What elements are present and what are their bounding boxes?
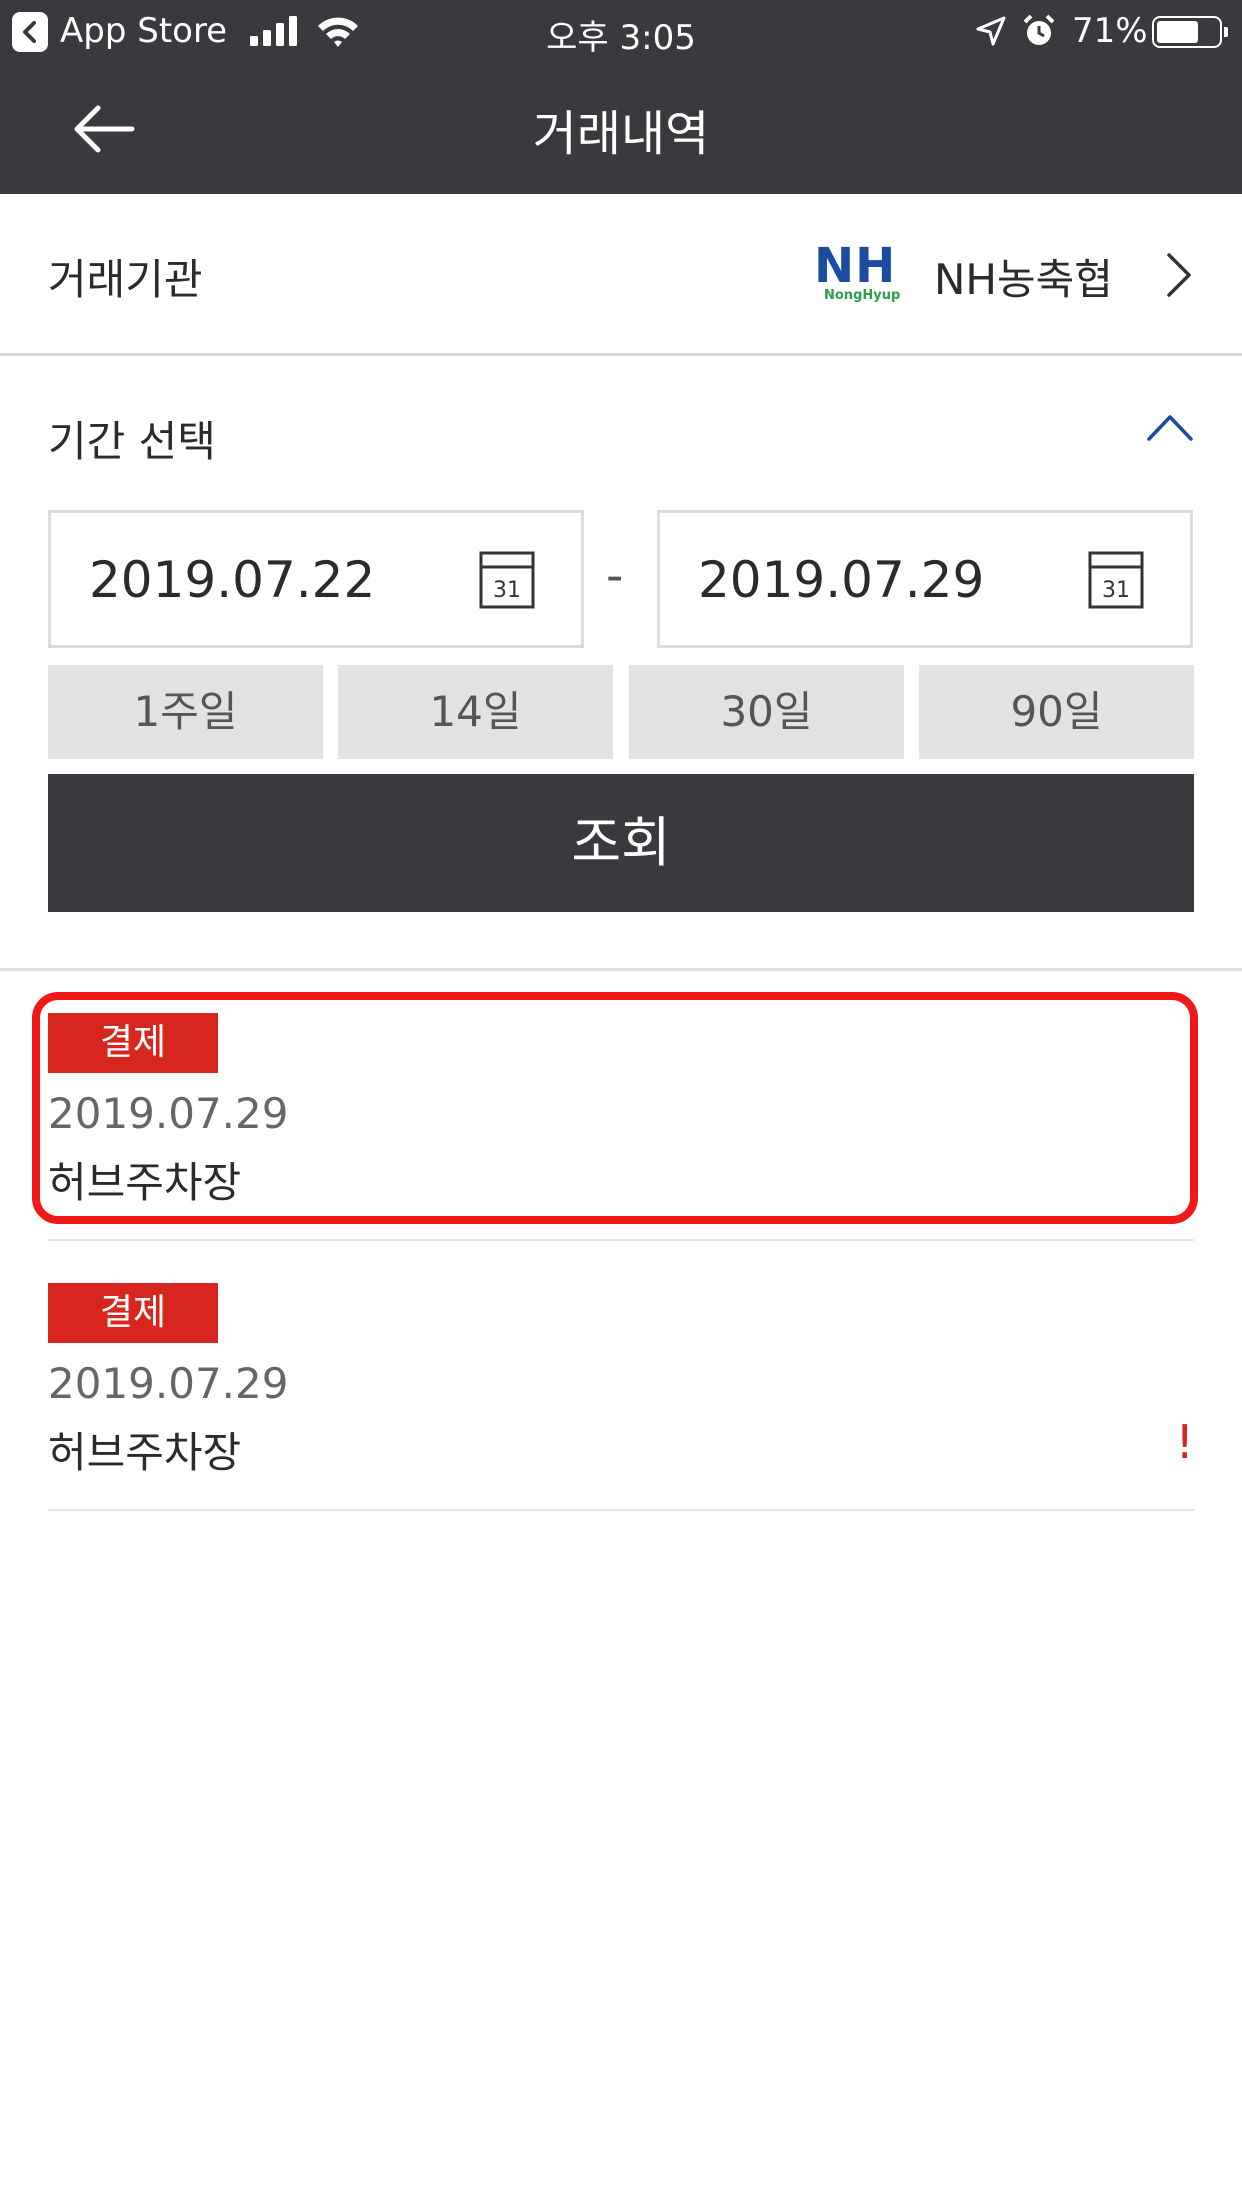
transaction-merchant: 허브주차장 [48, 1428, 242, 1477]
start-date-value: 2019.07.22 [89, 551, 376, 609]
alarm-clock-icon [1023, 14, 1055, 45]
chevron-right-icon [1167, 253, 1191, 297]
battery-percent: 71% [1072, 11, 1148, 51]
transaction-divider [48, 1509, 1194, 1511]
chevron-up-icon[interactable] [1146, 412, 1194, 442]
section-divider [0, 968, 1242, 971]
transaction-divider [48, 1239, 1194, 1241]
quick-period-30days[interactable]: 30일 [629, 665, 904, 759]
page-title: 거래내역 [532, 106, 710, 162]
date-separator: - [606, 548, 624, 604]
transaction-type-badge: 결제 [48, 1283, 218, 1343]
start-date-field[interactable]: 2019.07.22 31 [48, 510, 584, 648]
status-bar: App Store 오후 3:05 71% [0, 0, 1242, 64]
nh-logo-text: NH [814, 238, 897, 294]
institution-row[interactable]: 거래기관 NH NongHyup NH농축협 [0, 194, 1242, 356]
top-bar: App Store 오후 3:05 71% 거래내역 [0, 0, 1242, 194]
quick-period-90days[interactable]: 90일 [919, 665, 1194, 759]
nh-logo: NH NongHyup [814, 238, 904, 304]
transaction-item[interactable]: 결제 2019.07.29 허브주차장 ! [48, 1283, 1194, 1553]
end-date-field[interactable]: 2019.07.29 31 [657, 510, 1193, 648]
calendar-icon[interactable]: 31 [1088, 551, 1144, 609]
quick-period-14days[interactable]: 14일 [338, 665, 613, 759]
battery-icon [1152, 16, 1228, 48]
end-date-value: 2019.07.29 [698, 551, 985, 609]
calendar-icon[interactable]: 31 [479, 551, 535, 609]
battery-fill [1157, 21, 1199, 43]
search-button[interactable]: 조회 [48, 774, 1194, 912]
alert-mark: ! [1175, 1415, 1194, 1469]
calendar-icon-text: 31 [493, 578, 521, 603]
calendar-icon-text: 31 [1102, 578, 1130, 603]
app-header: 거래내역 [0, 64, 1242, 194]
transaction-date: 2019.07.29 [48, 1359, 289, 1408]
highlight-box [32, 992, 1198, 1224]
institution-label: 거래기관 [48, 255, 203, 304]
location-arrow-icon [976, 16, 1006, 46]
period-label: 기간 선택 [48, 417, 216, 466]
quick-period-1week[interactable]: 1주일 [48, 665, 323, 759]
institution-name: NH농축협 [934, 255, 1113, 304]
nh-logo-subtext: NongHyup [824, 288, 901, 303]
